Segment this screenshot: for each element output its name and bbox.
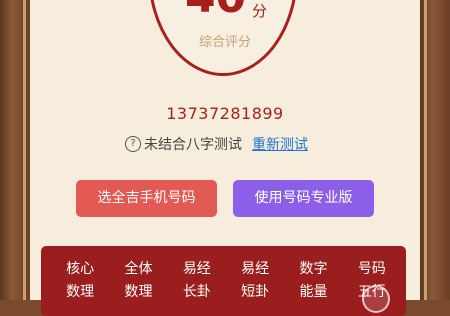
score-value: 40: [185, 0, 246, 20]
pro-version-button[interactable]: 使用号码专业版: [233, 180, 374, 217]
analysis-tabs-panel: 核心 全体 易经 易经 数字 号码 数理 数理 长卦 短卦 能量 五行: [41, 246, 406, 316]
floating-action-icon[interactable]: [362, 285, 390, 313]
tab-yijing-long-top[interactable]: 易经: [168, 260, 226, 278]
tab-yijing-short-bottom[interactable]: 短卦: [226, 283, 284, 301]
tab-yijing-long-bottom[interactable]: 长卦: [168, 283, 226, 301]
score-unit: 分: [252, 2, 268, 20]
phone-number: 13737281899: [166, 104, 284, 123]
bazi-note-text: 未结合八字测试: [144, 137, 242, 153]
question-circle-icon: ?: [125, 136, 141, 152]
score-label: 综合评分: [198, 35, 251, 50]
tab-core-top[interactable]: 核心: [51, 260, 109, 278]
frame-left-border: [0, 0, 30, 300]
tab-yijing-short-top[interactable]: 易经: [226, 260, 284, 278]
tab-whole-top[interactable]: 全体: [109, 260, 167, 278]
frame-right-border: [420, 0, 450, 300]
bazi-note-row: ? 未结合八字测试 重新测试: [125, 134, 308, 154]
tab-digit-bottom[interactable]: 能量: [284, 283, 342, 301]
tab-digit-top[interactable]: 数字: [284, 260, 342, 278]
retest-link[interactable]: 重新测试: [252, 134, 308, 154]
tab-core-bottom[interactable]: 数理: [51, 283, 109, 301]
tab-whole-bottom[interactable]: 数理: [109, 283, 167, 301]
tab-number-top[interactable]: 号码: [343, 260, 401, 278]
select-lucky-number-button[interactable]: 选全吉手机号码: [76, 180, 217, 217]
